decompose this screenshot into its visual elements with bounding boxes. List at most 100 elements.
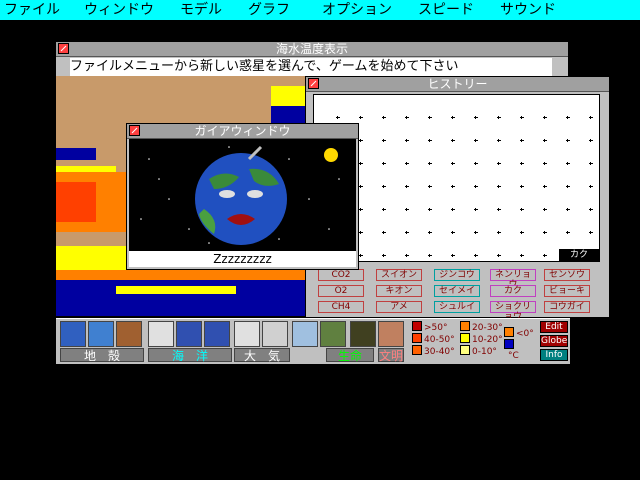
history-toggle-button[interactable]: ネンリョウ: [490, 269, 536, 290]
grid-dot: [359, 231, 363, 234]
life-icon[interactable]: [292, 321, 318, 347]
civilization-icon[interactable]: [378, 321, 404, 347]
grid-dot: [451, 139, 455, 142]
grid-dot: [543, 208, 547, 211]
history-toggle-button[interactable]: キオン: [376, 285, 422, 297]
grid-dot: [382, 231, 386, 234]
menu-options[interactable]: オプション: [322, 0, 392, 20]
menu-sound[interactable]: サウンド: [500, 0, 556, 20]
legend-label: 0-10°: [472, 347, 497, 357]
grid-dot: [589, 185, 593, 188]
grid-dot: [405, 208, 409, 211]
history-toggle-button[interactable]: CO2: [318, 269, 364, 281]
history-toggle-button[interactable]: ショクリョウ: [490, 301, 536, 322]
grid-dot: [566, 139, 570, 142]
history-toggle-button[interactable]: O2: [318, 285, 364, 297]
sea-temp-titlebar[interactable]: 海水温度表示: [56, 42, 568, 57]
grid-dot: [359, 139, 363, 142]
legend-swatch: [504, 327, 514, 337]
legend-swatch: [412, 333, 422, 343]
grid-dot: [451, 231, 455, 234]
group-hydrosphere[interactable]: 海 洋: [148, 348, 232, 363]
ocean-current-icon[interactable]: [148, 321, 174, 347]
history-toggle-button[interactable]: カク: [490, 285, 536, 297]
history-toggle-button[interactable]: アメ: [376, 301, 422, 313]
legend-swatch: [412, 321, 422, 331]
history-toggle-button[interactable]: セイメイ: [434, 285, 480, 297]
globe-button[interactable]: Globe: [540, 335, 568, 347]
grid-dot: [474, 254, 478, 257]
history-graph-label: カク: [559, 249, 599, 261]
history-toggle-button[interactable]: コウガイ: [544, 301, 590, 313]
grid-dot: [428, 254, 432, 257]
history-toggle-button[interactable]: CH4: [318, 301, 364, 313]
menu-window[interactable]: ウィンドウ: [84, 0, 154, 20]
group-civilization[interactable]: 文明: [378, 348, 404, 363]
legend-label: 10-20°: [472, 335, 503, 345]
sea-temp-title: 海水温度表示: [275, 42, 348, 56]
legend-swatch: [412, 345, 422, 355]
sun-icon: [324, 148, 338, 162]
air-current-icon[interactable]: [204, 321, 230, 347]
history-toggle-button[interactable]: ジンコウ: [434, 269, 480, 281]
legend-unit: °C: [508, 351, 519, 361]
grid-dot: [497, 162, 501, 165]
legend-swatch: [460, 345, 470, 355]
group-biosphere[interactable]: 生命: [326, 348, 374, 363]
gaia-status-text: Zzzzzzzzz: [129, 251, 356, 267]
menu-speed[interactable]: スピード: [418, 0, 474, 20]
grid-dot: [405, 116, 409, 119]
world-icon[interactable]: [60, 321, 86, 347]
group-atmosphere[interactable]: 大 気: [234, 348, 290, 363]
grid-dot: [566, 231, 570, 234]
grid-dot: [589, 162, 593, 165]
grid-dot: [474, 139, 478, 142]
continental-drift-icon[interactable]: [88, 321, 114, 347]
grid-dot: [520, 139, 524, 142]
air-temperature-icon[interactable]: [234, 321, 260, 347]
grid-dot: [543, 185, 547, 188]
gaia-titlebar[interactable]: ガイアウィンドウ: [127, 124, 358, 139]
grid-dot: [520, 208, 524, 211]
history-toggle-button[interactable]: スイオン: [376, 269, 422, 281]
grid-dot: [566, 162, 570, 165]
status-message: ファイルメニューから新しい惑星を選んで、ゲームを始めて下さい: [70, 58, 552, 76]
grid-dot: [497, 185, 501, 188]
grid-dot: [566, 208, 570, 211]
volcano-icon[interactable]: [116, 321, 142, 347]
grid-dot: [428, 116, 432, 119]
group-geosphere[interactable]: 地 殻: [60, 348, 144, 363]
biome-icon[interactable]: [320, 321, 346, 347]
grid-dot: [451, 185, 455, 188]
cloud-icon[interactable]: [262, 321, 288, 347]
grid-dot: [405, 231, 409, 234]
grid-dot: [497, 254, 501, 257]
history-toggle-button[interactable]: ビョーキ: [544, 285, 590, 297]
grid-dot: [520, 162, 524, 165]
grid-dot: [359, 208, 363, 211]
info-button[interactable]: Info: [540, 349, 568, 361]
grid-dot: [428, 208, 432, 211]
grid-dot: [589, 139, 593, 142]
grid-dot: [428, 139, 432, 142]
edit-button[interactable]: Edit: [540, 321, 568, 333]
grid-dot: [543, 116, 547, 119]
history-toggle-button[interactable]: センソウ: [544, 269, 590, 281]
menu-file[interactable]: ファイル: [4, 0, 60, 20]
grid-dot: [474, 208, 478, 211]
grid-dot: [451, 208, 455, 211]
gaia-title: ガイアウィンドウ: [194, 124, 291, 138]
history-title: ヒストリー: [427, 77, 488, 91]
history-titlebar[interactable]: ヒストリー: [306, 77, 609, 92]
insect-icon[interactable]: [350, 321, 376, 347]
grid-dot: [382, 208, 386, 211]
grid-dot: [589, 208, 593, 211]
menu-model[interactable]: モデル: [180, 0, 222, 20]
legend-swatch: [504, 339, 514, 349]
grid-dot: [428, 231, 432, 234]
sea-temperature-icon[interactable]: [176, 321, 202, 347]
grid-dot: [543, 162, 547, 165]
menu-graph[interactable]: グラフ: [248, 0, 290, 20]
gaia-view: [129, 139, 356, 251]
history-toggle-button[interactable]: シュルイ: [434, 301, 480, 313]
